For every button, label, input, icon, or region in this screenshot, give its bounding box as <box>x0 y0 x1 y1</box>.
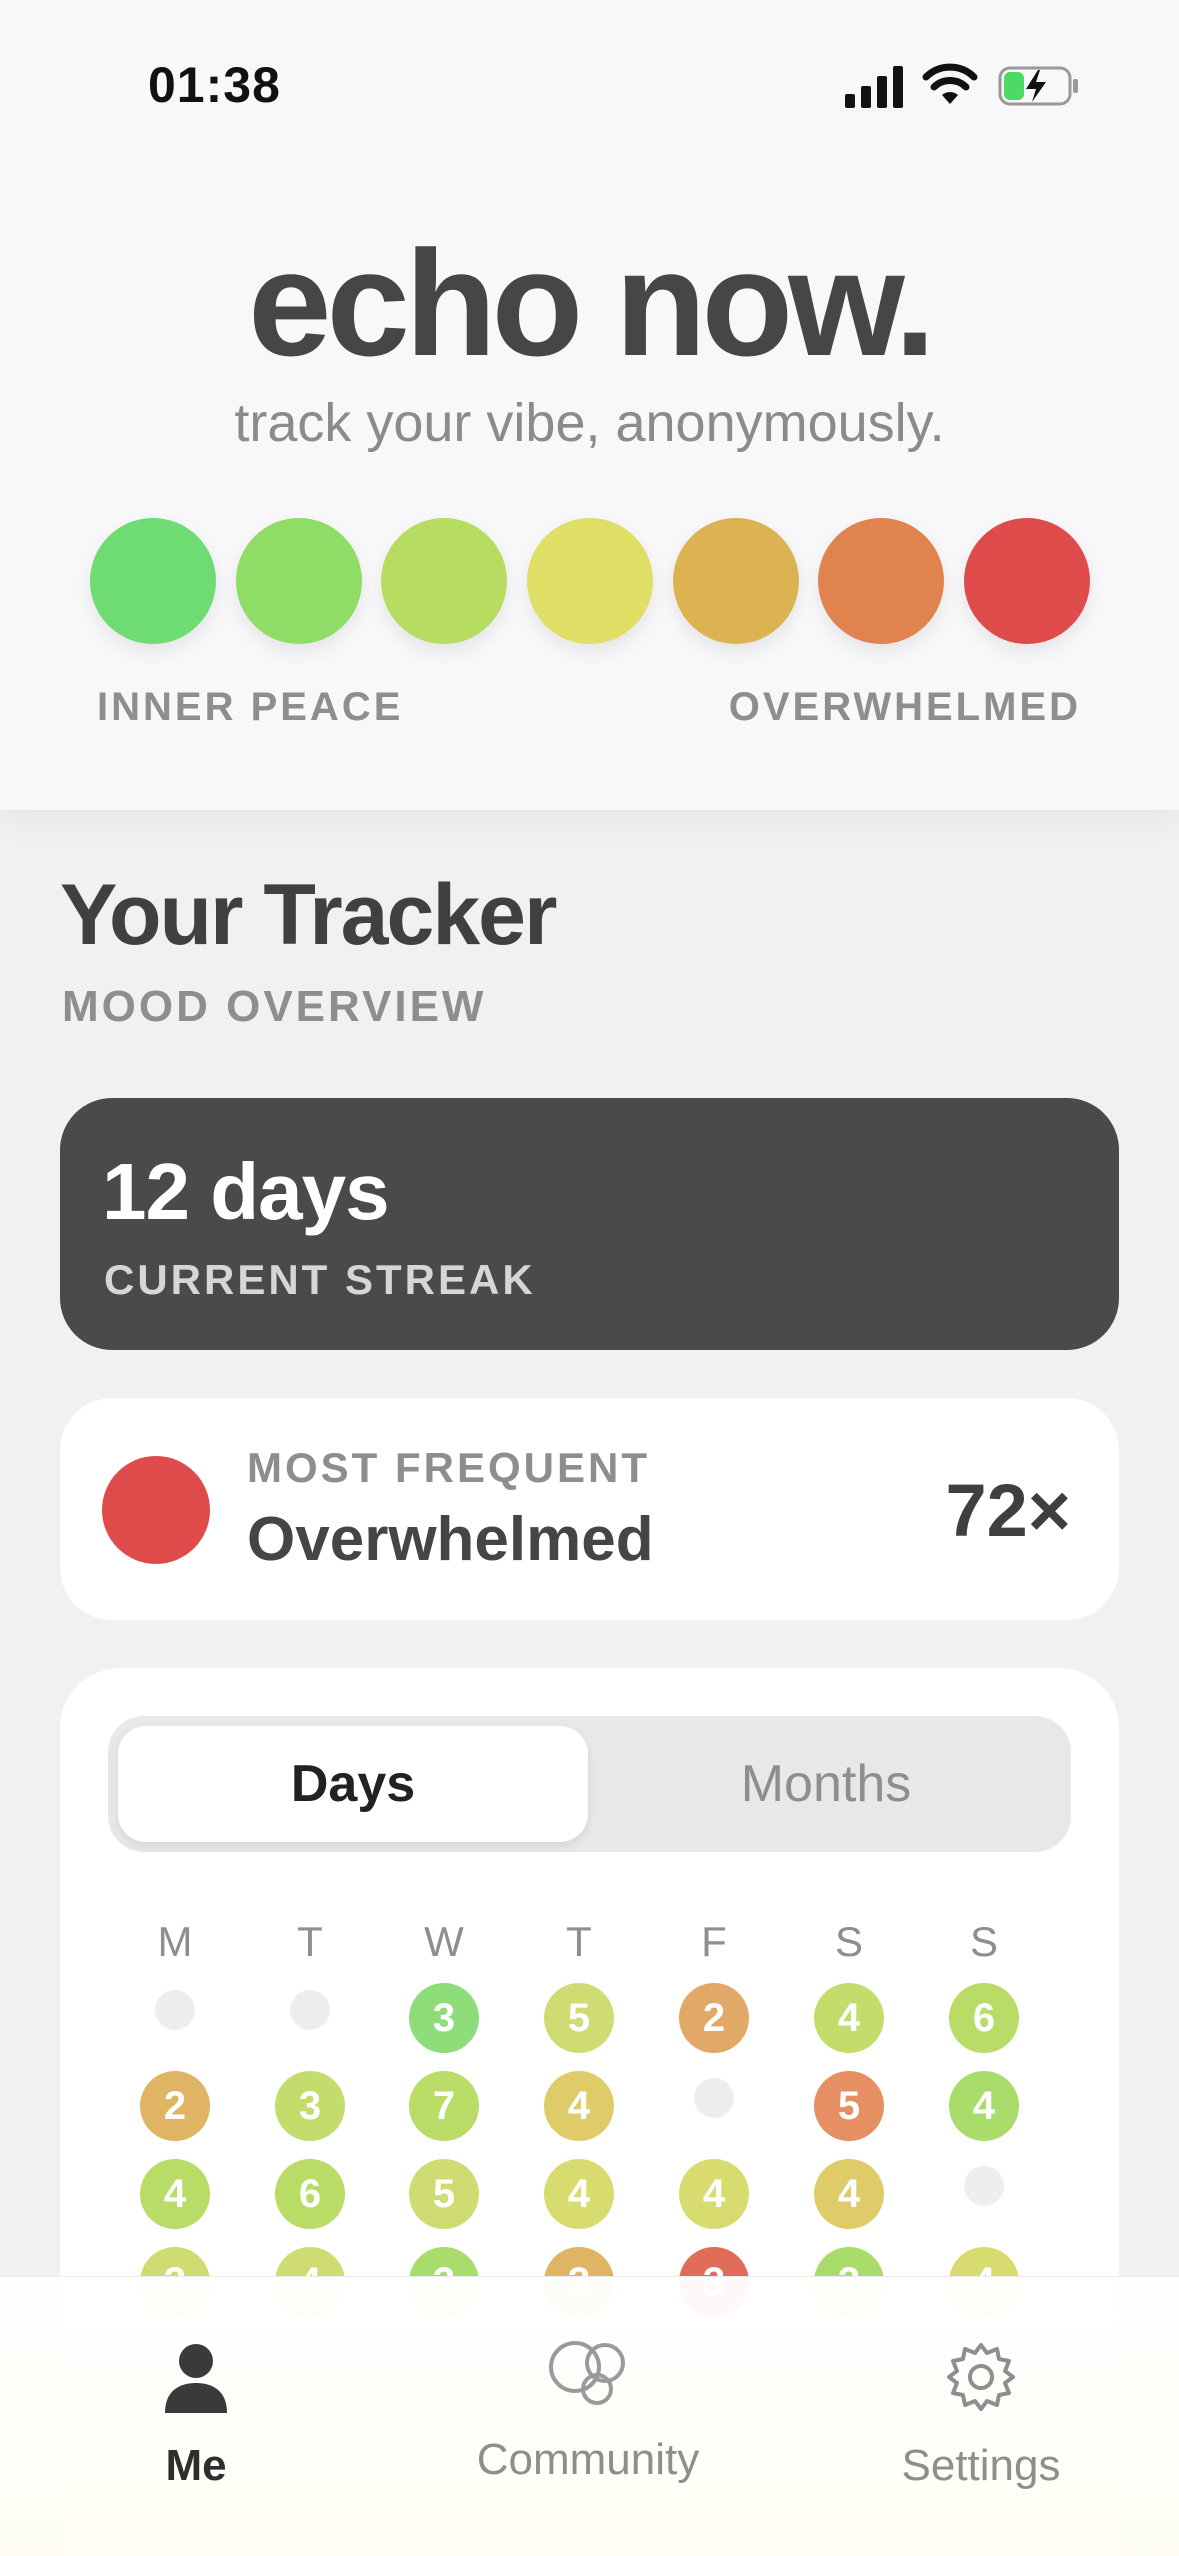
calendar-day-empty <box>964 2166 1004 2206</box>
streak-label: CURRENT STREAK <box>104 1256 536 1303</box>
calendar-day[interactable]: 5 <box>409 2159 479 2229</box>
calendar-day[interactable]: 4 <box>544 2159 614 2229</box>
streak-card: 12 days CURRENT STREAK <box>60 1098 1119 1350</box>
weekday-header: F <box>701 1918 727 1965</box>
mood-option-3[interactable] <box>381 518 507 644</box>
calendar-day[interactable]: 3 <box>409 1983 479 2053</box>
mood-option-1[interactable] <box>90 518 216 644</box>
mood-option-5[interactable] <box>673 518 799 644</box>
tab-me-label: Me <box>165 2441 227 2490</box>
weekday-header: S <box>969 1918 998 1965</box>
calendar-day[interactable]: 2 <box>679 1983 749 2053</box>
most-frequent-mood: Overwhelmed <box>247 1505 654 1574</box>
calendar-day[interactable]: 4 <box>544 2071 614 2141</box>
tab-settings-label: Settings <box>901 2441 1061 2490</box>
weekday-header: S <box>834 1918 863 1965</box>
tracker-subtitle: MOOD OVERVIEW <box>62 982 487 1031</box>
header-area: 01:38 echo now. track your vibe, anonymo… <box>0 0 1179 810</box>
mood-option-6[interactable] <box>818 518 944 644</box>
mood-picker <box>88 518 1092 648</box>
calendar-day[interactable]: 5 <box>544 1983 614 2053</box>
calendar-day[interactable]: 4 <box>949 2071 1019 2141</box>
app-brand-title: echo now. <box>248 219 936 387</box>
calendar-day[interactable]: 4 <box>679 2159 749 2229</box>
scale-label-high: OVERWHELMED <box>728 685 1081 729</box>
tab-community-label: Community <box>476 2435 700 2484</box>
app-tagline: track your vibe, anonymously. <box>234 393 945 453</box>
most-frequent-card: MOST FREQUENT Overwhelmed 72× <box>60 1398 1119 1620</box>
weekday-header: T <box>297 1918 323 1965</box>
weekday-header: T <box>566 1918 592 1965</box>
calendar-day-empty <box>155 1990 195 2030</box>
most-frequent-mood-dot <box>102 1456 210 1564</box>
mood-option-4[interactable] <box>527 518 653 644</box>
weekday-header: W <box>424 1918 464 1965</box>
calendar-day[interactable]: 4 <box>814 2159 884 2229</box>
wifi-icon <box>922 63 978 104</box>
gear-icon <box>947 2343 1015 2411</box>
calendar-day-empty <box>290 1990 330 2030</box>
calendar-day[interactable]: 6 <box>949 1983 1019 2053</box>
streak-value: 12 days <box>102 1147 390 1236</box>
tracker-title: Your Tracker <box>60 867 557 963</box>
tab-me[interactable]: Me <box>46 2317 346 2497</box>
mood-option-2[interactable] <box>236 518 362 644</box>
calendar-day[interactable]: 4 <box>814 1983 884 2053</box>
calendar-day[interactable]: 4 <box>140 2159 210 2229</box>
cellular-signal-icon <box>845 66 903 108</box>
most-frequent-label: MOST FREQUENT <box>247 1444 650 1491</box>
person-icon <box>165 2344 227 2413</box>
weekday-header: M <box>157 1918 193 1965</box>
tab-settings[interactable]: Settings <box>831 2317 1131 2497</box>
mood-option-7[interactable] <box>964 518 1090 644</box>
calendar-day[interactable]: 5 <box>814 2071 884 2141</box>
tab-community[interactable]: Community <box>438 2317 738 2497</box>
status-bar: 01:38 <box>0 0 1179 170</box>
most-frequent-count: 72× <box>945 1469 1071 1552</box>
status-time: 01:38 <box>148 57 281 113</box>
battery-charging-icon <box>998 66 1078 106</box>
calendar-day[interactable]: 7 <box>409 2071 479 2141</box>
calendar-day[interactable]: 3 <box>275 2071 345 2141</box>
bubbles-icon <box>549 2341 625 2405</box>
scale-label-low: INNER PEACE <box>97 685 404 729</box>
tab-bar: Me Community Settings <box>0 2276 1179 2556</box>
calendar-day[interactable]: 6 <box>275 2159 345 2229</box>
calendar-day[interactable]: 2 <box>140 2071 210 2141</box>
calendar-day-empty <box>694 2078 734 2118</box>
